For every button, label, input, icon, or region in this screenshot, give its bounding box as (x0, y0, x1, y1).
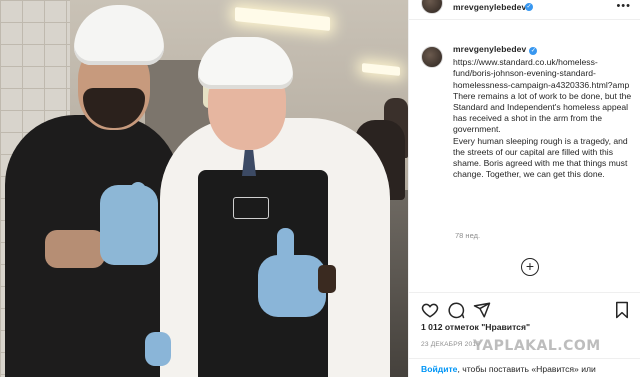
site-watermark: YAPLAKAL.COM (473, 338, 601, 354)
left-gloved-hand (100, 185, 158, 265)
heart-icon[interactable] (421, 301, 439, 319)
left-man-arm (45, 230, 105, 268)
right-man-chef-cap (198, 37, 293, 89)
avatar[interactable] (421, 0, 443, 14)
left-man-chef-cap (74, 5, 164, 65)
post-photo[interactable] (0, 0, 408, 377)
login-prompt: Войдите, чтобы поставить «Нравится» или (409, 358, 640, 377)
verified-badge-icon: ✓ (529, 47, 538, 55)
caption-avatar[interactable] (421, 46, 443, 68)
login-prompt-text: , чтобы поставить «Нравится» или (457, 364, 596, 374)
verified-badge-icon: ✓ (525, 3, 533, 11)
wristwatch (318, 265, 336, 293)
right-gloved-hand (258, 255, 326, 317)
ceiling-light (235, 7, 330, 31)
ceiling-light-small (362, 63, 400, 76)
post-date: 23 ДЕКАБРЯ 2019 (421, 341, 481, 348)
login-link[interactable]: Войдите (421, 364, 457, 374)
header-username[interactable]: mrevgenylebedev (453, 2, 526, 12)
likes-count[interactable]: 1 012 отметок "Нравится" (421, 322, 530, 332)
caption: mrevgenylebedev ✓ https://www.standard.co… (453, 44, 633, 180)
bookmark-icon[interactable] (613, 301, 631, 319)
caption-text: https://www.standard.co.uk/homeless-fund… (453, 57, 632, 180)
more-options-icon[interactable]: ••• (616, 0, 631, 12)
action-bar (409, 292, 640, 324)
caption-username[interactable]: mrevgenylebedev (453, 44, 526, 54)
load-more-comments-button[interactable]: + (521, 258, 539, 276)
post-header: mrevgenylebedev ✓ ••• (409, 0, 640, 20)
right-apron-logo (233, 197, 269, 219)
post-info-panel: mrevgenylebedev ✓ ••• mrevgenylebedev ✓ h… (408, 0, 640, 377)
comment-icon[interactable] (447, 301, 465, 319)
caption-time-ago: 78 нед. (455, 231, 481, 240)
right-man-lower-hand (145, 332, 171, 366)
share-icon[interactable] (473, 301, 491, 319)
